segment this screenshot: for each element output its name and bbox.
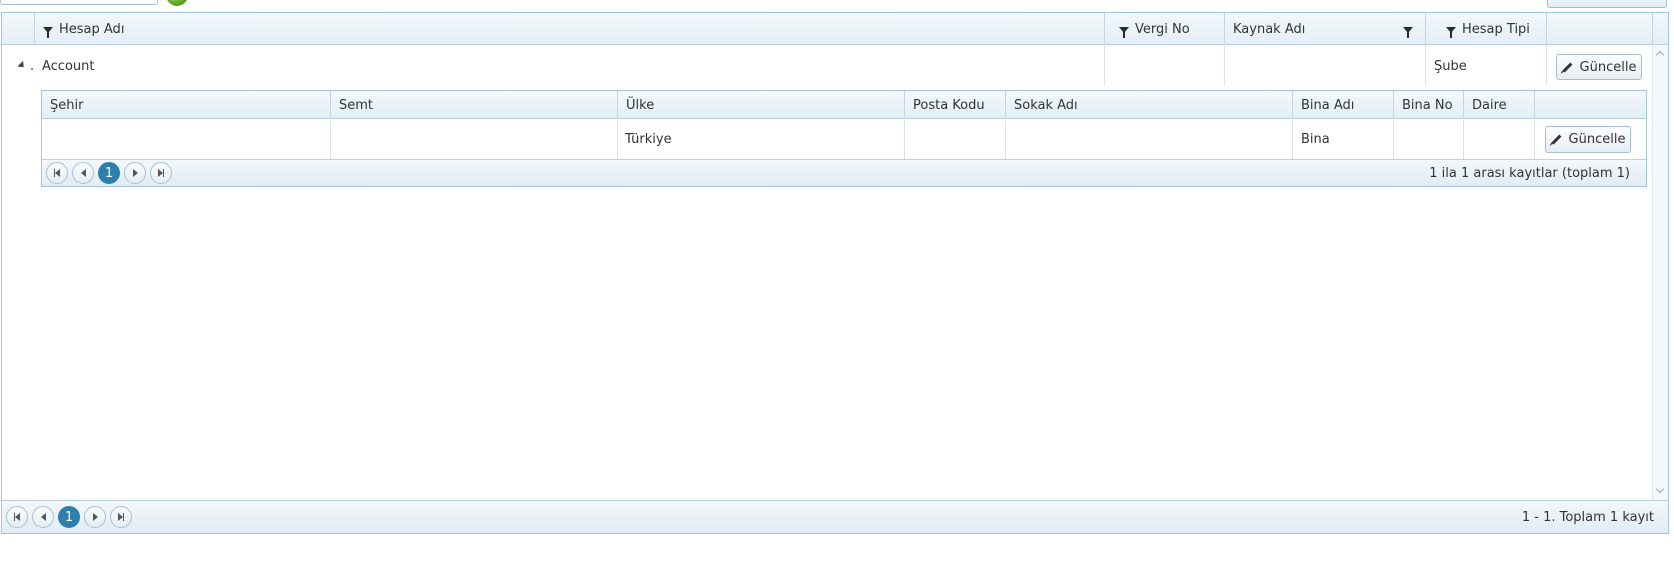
collapse-icon[interactable] xyxy=(17,60,27,71)
update-button-label: Güncelle xyxy=(1568,132,1626,147)
column-header-label: Sokak Adı xyxy=(1014,97,1078,113)
divider xyxy=(1005,120,1006,159)
pager-summary: 1 - 1. Toplam 1 kayıt xyxy=(1521,510,1654,525)
divider xyxy=(904,120,905,159)
divider xyxy=(617,120,618,159)
scroll-down-icon[interactable] xyxy=(1655,484,1665,494)
first-page-icon[interactable] xyxy=(6,506,28,528)
account-grid: Hesap Adı Vergi No Kaynak Adı Hesap Tipi… xyxy=(1,12,1669,534)
search-input[interactable] xyxy=(0,0,158,5)
previous-page-icon[interactable] xyxy=(72,162,94,184)
building-name-cell: Bina xyxy=(1301,132,1330,147)
column-header-postal-code[interactable]: Posta Kodu xyxy=(904,91,1005,119)
column-header-label: Şehir xyxy=(50,97,84,113)
next-page-icon[interactable] xyxy=(124,162,146,184)
column-header-label: Hesap Tipi xyxy=(1462,21,1530,37)
divider xyxy=(1425,46,1426,86)
column-header-district[interactable]: Semt xyxy=(330,91,617,119)
grid-header: Hesap Adı Vergi No Kaynak Adı Hesap Tipi xyxy=(2,13,1668,45)
column-header-actions xyxy=(1534,91,1646,119)
column-header-apartment[interactable]: Daire xyxy=(1463,91,1534,119)
column-header-label: Posta Kodu xyxy=(913,97,985,113)
table-row[interactable]: Türkiye Bina Güncelle xyxy=(42,120,1646,159)
update-button[interactable]: Güncelle xyxy=(1556,54,1642,80)
update-button[interactable]: Güncelle xyxy=(1545,126,1631,153)
divider xyxy=(1546,46,1547,86)
current-page-button[interactable]: 1 xyxy=(98,162,120,184)
detail-header: Şehir Semt Ülke Posta Kodu Sokak Adı Bin… xyxy=(42,91,1646,119)
pencil-icon xyxy=(1551,134,1561,145)
first-page-icon[interactable] xyxy=(46,162,68,184)
column-header-street[interactable]: Sokak Adı xyxy=(1005,91,1292,119)
column-header-city[interactable]: Şehir xyxy=(42,91,330,119)
current-page-button[interactable]: 1 xyxy=(58,506,80,528)
divider xyxy=(1104,46,1105,86)
pencil-icon xyxy=(1562,62,1572,72)
last-page-icon[interactable] xyxy=(150,162,172,184)
column-header-account-name[interactable]: Hesap Adı xyxy=(34,13,1104,45)
divider xyxy=(1292,120,1293,159)
column-header-actions xyxy=(1546,13,1652,45)
table-row[interactable]: . Account Şube Güncelle xyxy=(2,46,1652,86)
column-header-label: Bina No xyxy=(1402,97,1453,113)
column-header-label: Hesap Adı xyxy=(59,21,125,37)
divider xyxy=(1224,46,1225,86)
vertical-scrollbar[interactable] xyxy=(1652,46,1668,500)
address-detail-grid: Şehir Semt Ülke Posta Kodu Sokak Adı Bin… xyxy=(41,90,1647,187)
column-header-account-type[interactable]: Hesap Tipi xyxy=(1425,13,1546,45)
account-name-cell: Account xyxy=(42,58,95,74)
update-button-label: Güncelle xyxy=(1579,59,1637,75)
divider xyxy=(1463,120,1464,159)
detail-pager: 1 1 ila 1 arası kayıtlar (toplam 1) xyxy=(42,159,1646,186)
divider xyxy=(1393,120,1394,159)
previous-page-icon[interactable] xyxy=(32,506,54,528)
column-header-country[interactable]: Ülke xyxy=(617,91,904,119)
column-header-tax-no[interactable]: Vergi No xyxy=(1104,13,1224,45)
column-header-building-name[interactable]: Bina Adı xyxy=(1292,91,1393,119)
refresh-icon[interactable] xyxy=(166,0,188,6)
filter-icon[interactable] xyxy=(1403,27,1413,38)
column-header-label: Ülke xyxy=(626,97,655,113)
filter-icon[interactable] xyxy=(43,27,53,38)
column-header-label: Bina Adı xyxy=(1301,97,1355,113)
toolbar-button[interactable] xyxy=(1547,0,1667,8)
pager-summary: 1 ila 1 arası kayıtlar (toplam 1) xyxy=(1429,166,1630,181)
column-header-label: Semt xyxy=(339,97,374,113)
divider xyxy=(330,120,331,159)
divider xyxy=(1534,120,1535,159)
country-cell: Türkiye xyxy=(625,132,672,147)
expand-column-header xyxy=(2,13,34,45)
next-page-icon[interactable] xyxy=(84,506,106,528)
filter-icon[interactable] xyxy=(1119,27,1129,38)
account-type-cell: Şube xyxy=(1434,58,1467,74)
column-header-building-no[interactable]: Bina No xyxy=(1393,91,1463,119)
grid-pager: 1 1 - 1. Toplam 1 kayıt xyxy=(2,500,1668,533)
last-page-icon[interactable] xyxy=(110,506,132,528)
column-header-source-name[interactable]: Kaynak Adı xyxy=(1224,13,1425,45)
column-header-label: Kaynak Adı xyxy=(1233,21,1306,37)
scroll-up-icon[interactable] xyxy=(1655,50,1665,60)
scrollbar-header xyxy=(1652,13,1668,45)
column-header-label: Vergi No xyxy=(1135,21,1190,37)
row-dot: . xyxy=(30,58,35,74)
filter-icon[interactable] xyxy=(1446,27,1456,38)
column-header-label: Daire xyxy=(1472,97,1507,113)
